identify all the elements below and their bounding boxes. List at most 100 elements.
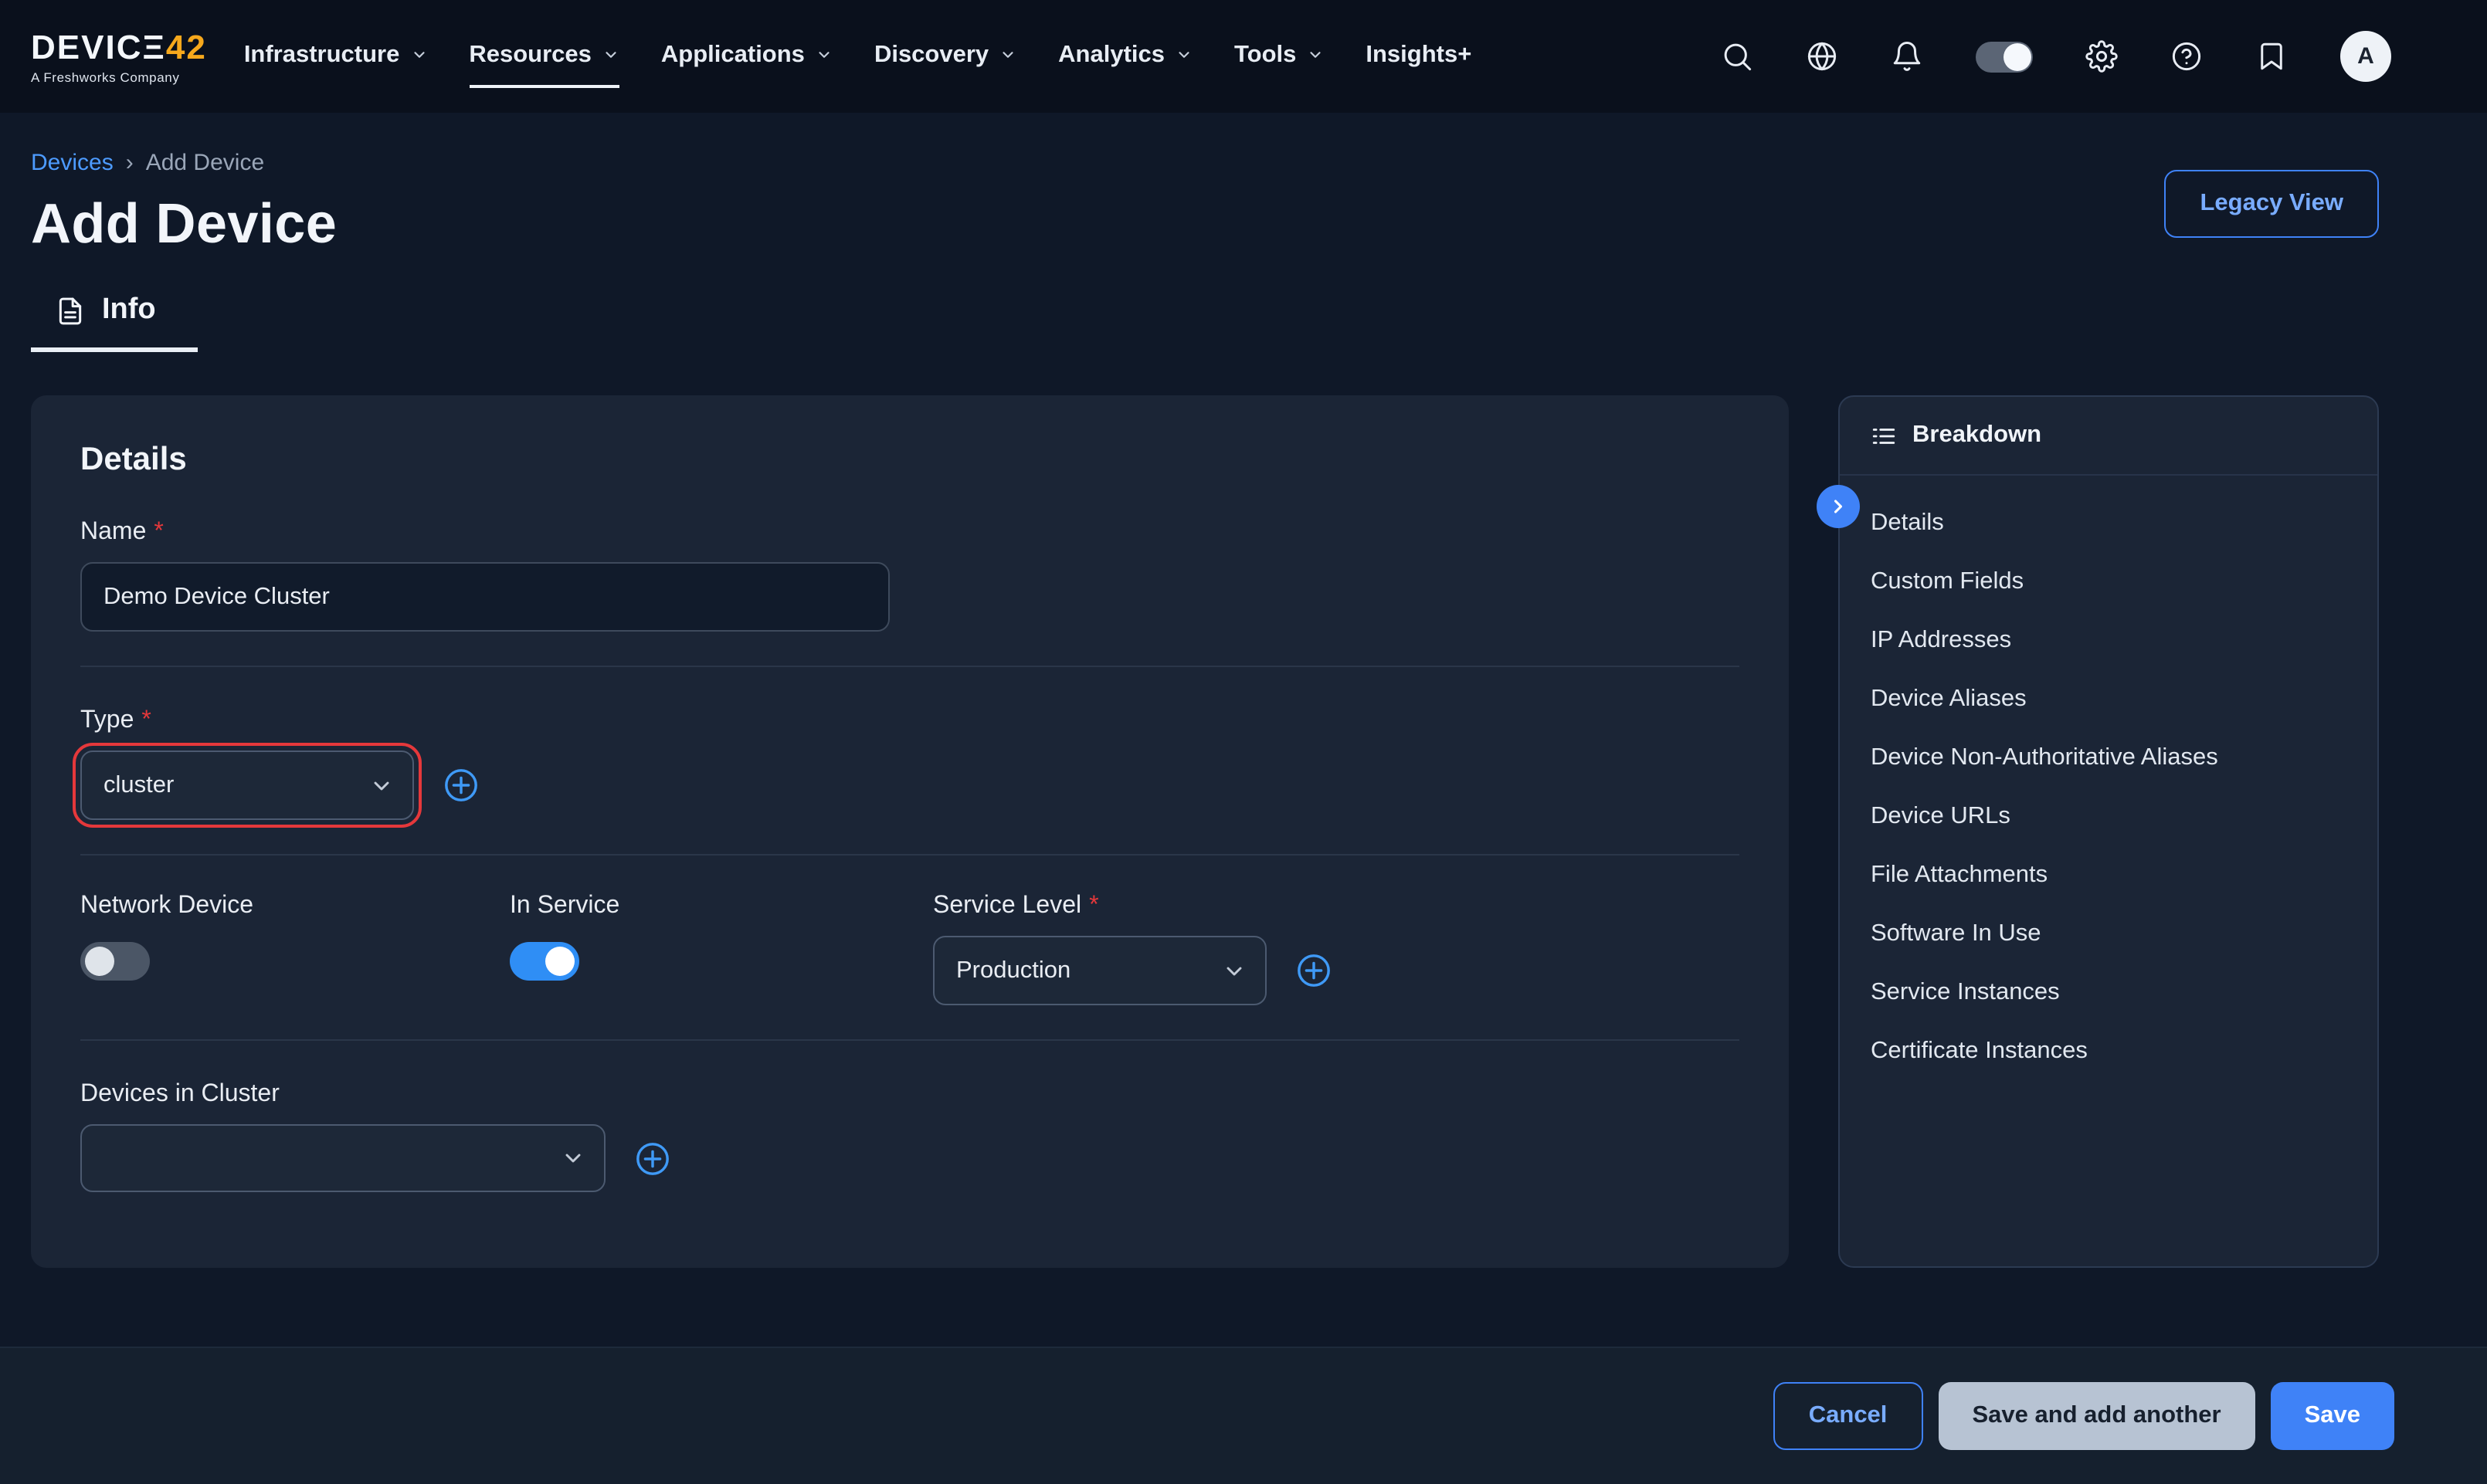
page-header: Devices › Add Device Add Device Legacy V…: [31, 150, 2379, 256]
nav-item-analytics[interactable]: Analytics: [1058, 25, 1193, 87]
nav-item-applications[interactable]: Applications: [661, 25, 833, 87]
toggle-knob: [545, 947, 575, 976]
in-service-field: In Service: [510, 893, 933, 1005]
page-content: Devices › Add Device Add Device Legacy V…: [0, 150, 2487, 1268]
section-title: Details: [80, 442, 1739, 479]
footer-action-bar: Cancel Save and add another Save: [0, 1347, 2487, 1484]
breakdown-item-details[interactable]: Details: [1871, 494, 2346, 553]
add-service-level-button[interactable]: [1296, 953, 1332, 988]
breakdown-item-custom-fields[interactable]: Custom Fields: [1871, 553, 2346, 612]
chevron-down-icon: [410, 46, 427, 63]
toggles-row: Network Device In Service Service Level …: [80, 893, 1739, 1005]
cancel-button[interactable]: Cancel: [1773, 1382, 1923, 1450]
required-marker: *: [154, 519, 163, 547]
breadcrumb: Devices › Add Device: [31, 150, 337, 176]
add-type-button[interactable]: [443, 767, 479, 803]
globe-icon[interactable]: [1806, 40, 1838, 73]
chevron-down-icon: [1307, 46, 1324, 63]
save-button[interactable]: Save: [2271, 1382, 2394, 1450]
network-device-label: Network Device: [80, 893, 510, 920]
chevron-down-icon: [1222, 958, 1247, 983]
nav-item-discovery[interactable]: Discovery: [874, 25, 1016, 87]
logo-wordmark: DEVICΞ42: [31, 29, 207, 66]
toggle-knob: [85, 947, 114, 976]
breakdown-item-certificate-instances[interactable]: Certificate Instances: [1871, 1022, 2346, 1081]
in-service-label: In Service: [510, 893, 933, 920]
theme-toggle[interactable]: [1976, 41, 2033, 72]
chevron-down-icon: [1176, 46, 1193, 63]
help-icon[interactable]: [2170, 40, 2203, 73]
breakdown-item-ip-addresses[interactable]: IP Addresses: [1871, 612, 2346, 670]
chevron-down-icon: [999, 46, 1016, 63]
devices-in-cluster-row: [80, 1124, 1739, 1192]
network-device-field: Network Device: [80, 893, 510, 1005]
search-icon[interactable]: [1721, 40, 1753, 73]
toggle-knob: [2004, 42, 2031, 70]
breakdown-item-file-attachments[interactable]: File Attachments: [1871, 846, 2346, 905]
name-input[interactable]: [80, 562, 890, 632]
device42-logo[interactable]: DEVICΞ42 A Freshworks Company: [31, 29, 207, 84]
nav-item-insights-plus[interactable]: Insights+: [1366, 25, 1471, 87]
breakdown-header: Breakdown: [1840, 397, 2377, 476]
breadcrumb-current: Add Device: [146, 150, 264, 176]
network-device-toggle[interactable]: [80, 942, 150, 981]
breadcrumb-devices-link[interactable]: Devices: [31, 150, 114, 176]
required-marker: *: [141, 707, 151, 735]
logo-tagline: A Freshworks Company: [31, 69, 207, 84]
chevron-down-icon: [602, 46, 619, 63]
tab-bar: Info: [31, 293, 2379, 352]
type-field-label: Type *: [80, 707, 1739, 735]
main-row: Details Name * Type * cluster: [31, 395, 2379, 1268]
type-field-row: cluster: [80, 750, 1739, 820]
divider: [80, 854, 1739, 856]
type-select[interactable]: cluster: [80, 750, 414, 820]
save-and-add-another-button[interactable]: Save and add another: [1938, 1382, 2255, 1450]
page-header-left: Devices › Add Device Add Device: [31, 150, 337, 256]
plus-circle-icon: [443, 767, 479, 803]
nav-item-infrastructure[interactable]: Infrastructure: [244, 25, 428, 87]
devices-in-cluster-label: Devices in Cluster: [80, 1081, 1739, 1109]
tab-info[interactable]: Info: [31, 293, 198, 352]
main-nav: Infrastructure Resources Applications Di…: [244, 25, 1472, 87]
divider: [80, 666, 1739, 667]
nav-item-tools[interactable]: Tools: [1234, 25, 1324, 87]
service-level-select[interactable]: Production: [933, 936, 1267, 1005]
divider: [80, 1039, 1739, 1041]
service-level-label: Service Level *: [933, 893, 1739, 920]
list-tree-icon: [1871, 422, 1897, 449]
in-service-toggle[interactable]: [510, 942, 579, 981]
breakdown-list: Details Custom Fields IP Addresses Devic…: [1840, 482, 2377, 1093]
settings-gear-icon[interactable]: [2085, 40, 2118, 73]
required-marker: *: [1089, 893, 1098, 920]
breadcrumb-separator: ›: [126, 150, 134, 176]
service-level-field: Service Level * Production: [933, 893, 1739, 1005]
details-card: Details Name * Type * cluster: [31, 395, 1789, 1268]
chevron-down-icon: [816, 46, 833, 63]
service-level-row: Production: [933, 936, 1739, 1005]
legacy-view-button[interactable]: Legacy View: [2164, 169, 2379, 237]
top-navbar: DEVICΞ42 A Freshworks Company Infrastruc…: [0, 0, 2487, 113]
bookmark-icon[interactable]: [2255, 40, 2288, 73]
breakdown-panel: Breakdown Details Custom Fields IP Addre…: [1838, 395, 2379, 1268]
document-icon: [56, 296, 85, 325]
name-field-label: Name *: [80, 519, 1739, 547]
add-device-to-cluster-button[interactable]: [635, 1140, 670, 1176]
breakdown-item-device-urls[interactable]: Device URLs: [1871, 788, 2346, 846]
plus-circle-icon: [1296, 953, 1332, 988]
collapse-panel-button[interactable]: [1817, 485, 1860, 528]
plus-circle-icon: [635, 1140, 670, 1176]
breakdown-item-device-aliases[interactable]: Device Aliases: [1871, 670, 2346, 729]
devices-in-cluster-select[interactable]: [80, 1124, 606, 1192]
nav-item-resources[interactable]: Resources: [469, 25, 619, 87]
page-title: Add Device: [31, 191, 337, 256]
navbar-actions: A: [1721, 31, 2391, 82]
breakdown-item-device-non-authoritative-aliases[interactable]: Device Non-Authoritative Aliases: [1871, 729, 2346, 788]
notifications-bell-icon[interactable]: [1891, 40, 1923, 73]
chevron-down-icon: [561, 1146, 585, 1171]
breakdown-item-software-in-use[interactable]: Software In Use: [1871, 905, 2346, 964]
user-avatar[interactable]: A: [2340, 31, 2391, 82]
breakdown-item-service-instances[interactable]: Service Instances: [1871, 964, 2346, 1022]
chevron-down-icon: [369, 773, 394, 798]
chevron-right-icon: [1827, 496, 1849, 517]
app-window: DEVICΞ42 A Freshworks Company Infrastruc…: [0, 0, 2487, 1484]
